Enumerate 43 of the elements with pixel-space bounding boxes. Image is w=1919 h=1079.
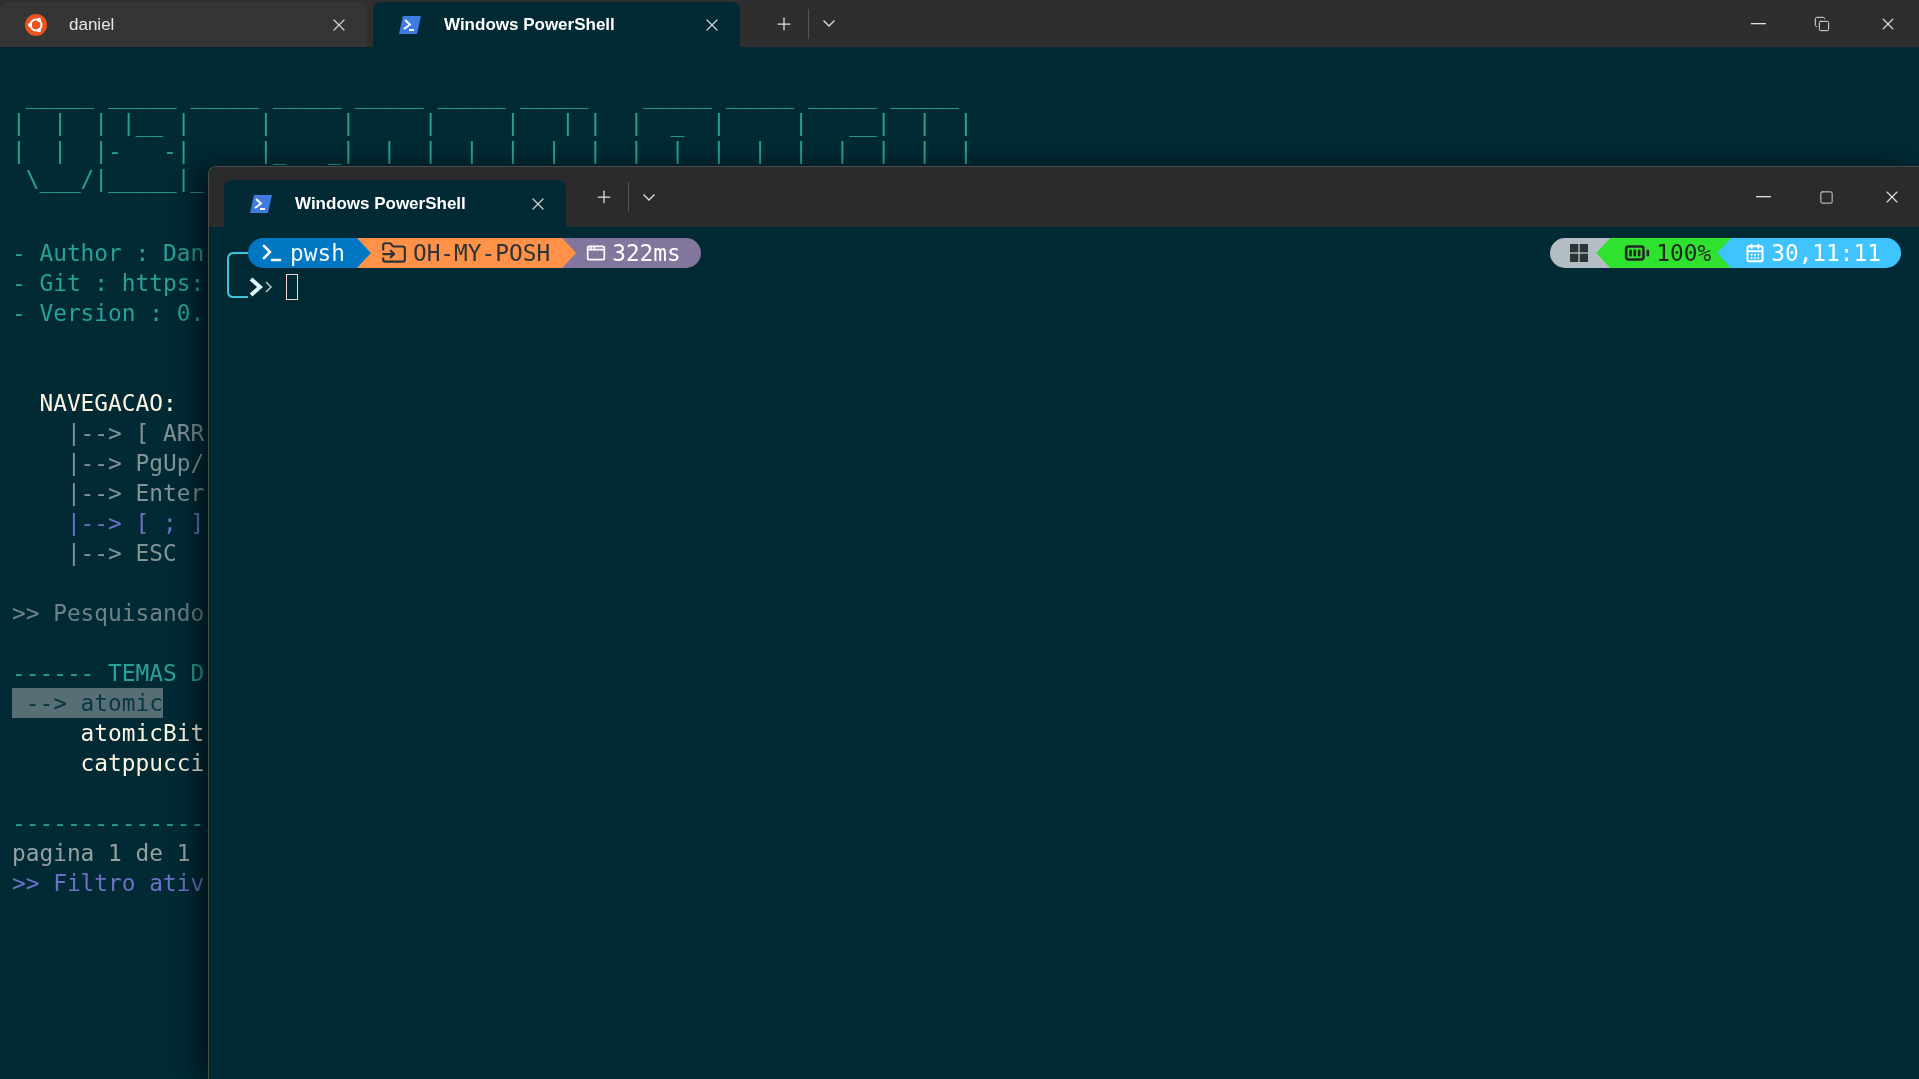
terminal-line: |--> PgUp/ — [65, 449, 205, 478]
folder-path: OH-MY-POSH — [412, 238, 551, 268]
windows-logo-icon — [1570, 244, 1589, 262]
chevron-down-icon — [643, 193, 655, 201]
terminal-line: pagina 1 de 1 — [12, 839, 191, 868]
powershell-icon — [249, 193, 273, 214]
battery-percentage: 100% — [1656, 238, 1712, 268]
ascii-art-text: | | |- -| |_ _| | | | | | | | | | | | | | | | — [12, 137, 973, 165]
minimize-icon — [1751, 22, 1766, 25]
terminal-line: - Author : Dan — [12, 239, 205, 268]
maximize-icon — [1819, 189, 1834, 205]
terminal-line: ------ TEMAS D — [12, 659, 205, 688]
terminal-line: |--> [ ARR — [65, 419, 205, 448]
shell-name: pwsh — [290, 238, 345, 268]
terminal-line: |--> [ ; ] — [65, 509, 205, 538]
theme-option[interactable]: atomicBit — [12, 718, 205, 748]
terminal-tab[interactable]: daniel — [0, 2, 367, 47]
terminal-line: NAVEGACAO: — [38, 389, 177, 418]
ascii-art-text: _____ _____ _____ _____ _____ _____ _____ _____ _____ _____ _____ — [24, 81, 960, 109]
execution-time: 322ms — [612, 238, 681, 268]
terminal-line: >> Pesquisando — [12, 599, 205, 628]
terminal-line: |--> ESC — [65, 539, 177, 568]
terminal-line: - Git : https: — [12, 269, 205, 298]
prompt-connector-icon — [226, 252, 248, 298]
terminal-line: - Version : 0. — [12, 299, 205, 328]
terminal-tab[interactable]: Windows PowerShell — [373, 2, 740, 47]
terminal-line: >> Filtro ativ — [12, 869, 205, 898]
terminal-line: -------------- — [12, 809, 205, 838]
theme-option[interactable]: catppucci — [12, 748, 205, 778]
window-icon — [586, 243, 607, 263]
calendar-icon — [1745, 243, 1766, 263]
ascii-art-text: \___/|_____|_ — [24, 165, 205, 193]
folder-icon — [380, 240, 407, 266]
powershell-icon — [398, 14, 422, 35]
terminal-tab[interactable]: Windows PowerShell — [224, 180, 566, 227]
restore-icon — [1814, 15, 1830, 32]
ubuntu-logo-icon — [25, 13, 47, 36]
terminal-line: |--> Enter — [65, 479, 205, 508]
minimize-icon — [1756, 196, 1771, 198]
date-time: 30,11:11 — [1771, 238, 1881, 268]
cursor — [286, 274, 298, 300]
ascii-art-text: | | | |__ | | | | | | | | _ | | __| | | — [12, 109, 973, 137]
chevron-down-icon — [823, 20, 835, 27]
